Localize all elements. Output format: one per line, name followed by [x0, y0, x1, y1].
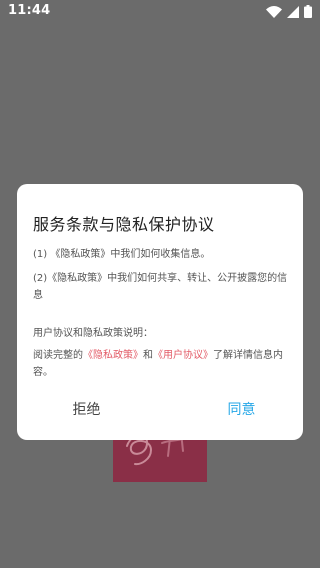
- status-time: 11:44: [8, 3, 51, 18]
- item-prefix: (1): [33, 249, 51, 260]
- privacy-item-sharing: (2)《隐私政策》中我们如何共享、转让、公开披露您的信息: [33, 270, 291, 304]
- reject-button[interactable]: 拒绝: [17, 398, 160, 422]
- dialog-title: 服务条款与隐私保护协议: [33, 215, 215, 234]
- privacy-policy-reference: 《隐私政策》: [47, 273, 108, 284]
- privacy-policy-link[interactable]: 《隐私政策》: [83, 350, 143, 361]
- battery-icon: [304, 5, 312, 18]
- item-text: 中我们如何收集信息。: [110, 249, 211, 260]
- dialog-actions: 拒绝 同意: [17, 398, 303, 422]
- wifi-icon: [266, 5, 282, 18]
- status-bar: 11:44: [0, 0, 320, 24]
- item-prefix: (2): [33, 273, 48, 284]
- privacy-agreement-dialog: 服务条款与隐私保护协议 (1) 《隐私政策》中我们如何收集信息。 (2)《隐私政…: [17, 184, 303, 440]
- dialog-body: (1) 《隐私政策》中我们如何收集信息。 (2)《隐私政策》中我们如何共享、转让…: [33, 246, 291, 381]
- privacy-policy-reference: 《隐私政策》: [50, 249, 111, 260]
- privacy-item-collection: (1) 《隐私政策》中我们如何收集信息。: [33, 246, 291, 263]
- notice-middle: 和: [143, 350, 153, 361]
- cellular-signal-icon: [287, 5, 299, 18]
- status-icons: [266, 5, 312, 18]
- notice-prefix: 阅读完整的: [33, 350, 83, 361]
- app-logo-icon: [113, 428, 207, 482]
- user-agreement-link[interactable]: 《用户协议》: [153, 350, 213, 361]
- agree-button[interactable]: 同意: [160, 398, 303, 422]
- notice-text: 阅读完整的《隐私政策》和《用户协议》了解详情信息内容。: [33, 347, 291, 381]
- notice-title: 用户协议和隐私政策说明：: [33, 328, 153, 339]
